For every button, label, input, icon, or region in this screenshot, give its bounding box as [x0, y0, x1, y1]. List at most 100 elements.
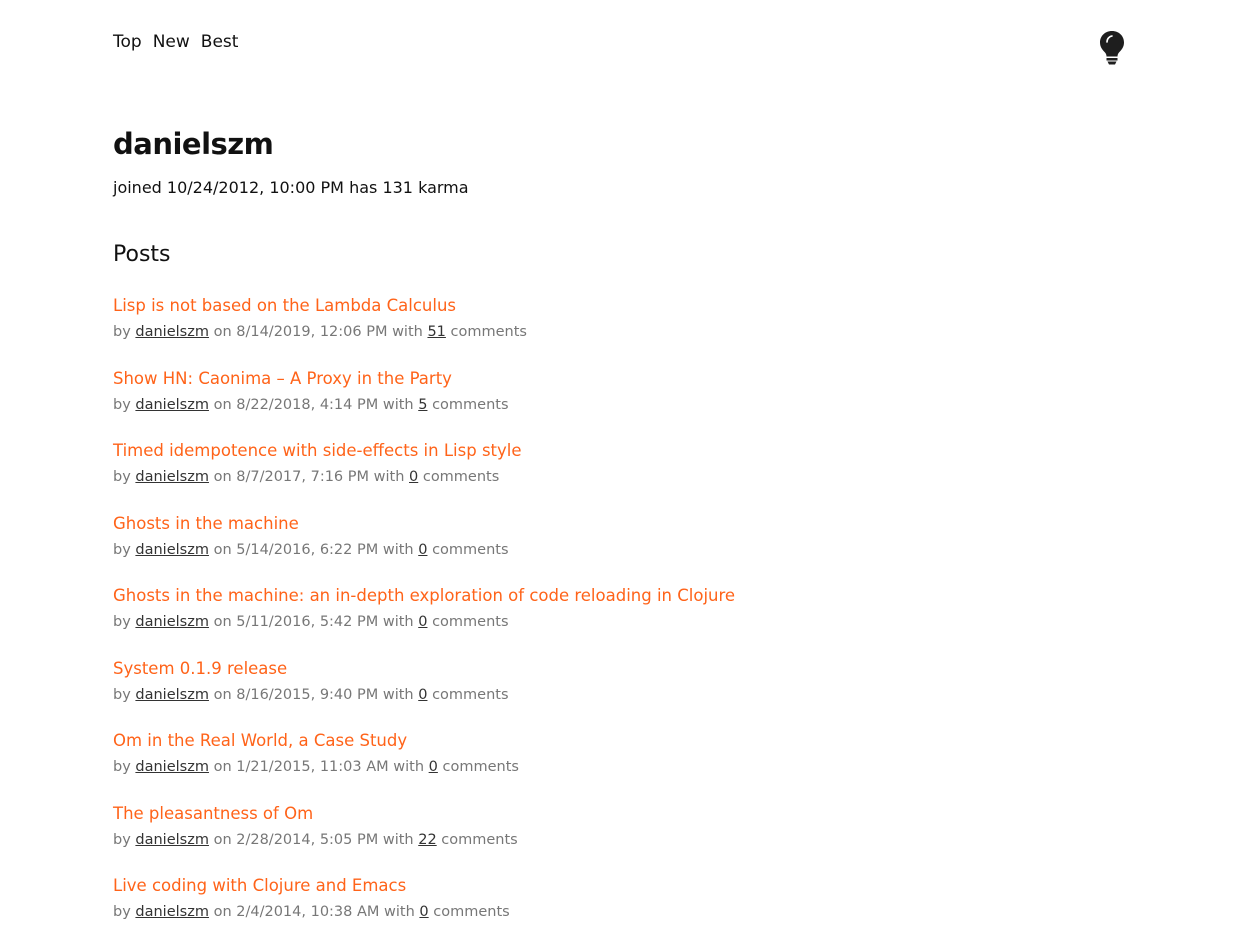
author-link[interactable]: danielszm [135, 324, 209, 340]
with-label: with [373, 469, 405, 485]
with-label: with [382, 541, 414, 558]
author-link[interactable]: danielszm [135, 687, 209, 703]
comments-label: comments [450, 324, 527, 340]
post-meta: by danielszm on 8/22/2018, 4:14 PM with … [113, 394, 735, 416]
on-label: on [213, 904, 232, 920]
joined-label: joined [113, 178, 162, 197]
post-title-link[interactable]: System 0.1.9 release [113, 656, 735, 682]
post-date: 8/14/2019, 12:06 PM [236, 324, 388, 340]
comments-count-link[interactable]: 0 [418, 687, 427, 703]
author-link[interactable]: danielszm [135, 542, 209, 558]
with-label: with [392, 324, 423, 340]
post-date: 5/14/2016, 6:22 PM [236, 541, 379, 558]
on-label: on [213, 831, 232, 848]
posts-heading: Posts [113, 242, 171, 267]
post-meta: by danielszm on 8/14/2019, 12:06 PM with… [113, 321, 735, 343]
post-date: 8/22/2018, 4:14 PM [236, 396, 379, 413]
by-label: by [113, 686, 131, 703]
user-profile: danielszm joined 10/24/2012, 10:00 PM ha… [113, 124, 735, 946]
post-date: 5/11/2016, 5:42 PM [236, 614, 379, 630]
with-label: with [382, 396, 414, 413]
author-link[interactable]: danielszm [135, 759, 209, 775]
by-label: by [113, 324, 131, 340]
post-title-link[interactable]: Timed idempotence with side-effects in L… [113, 438, 735, 464]
post-meta: by danielszm on 1/21/2015, 11:03 AM with… [113, 756, 735, 778]
author-link[interactable]: danielszm [135, 397, 209, 413]
comments-label: comments [432, 396, 509, 413]
post-title-link[interactable]: Lisp is not based on the Lambda Calculus [113, 293, 735, 319]
comments-label: comments [442, 759, 519, 775]
comments-label: comments [432, 686, 509, 703]
post-date: 1/21/2015, 11:03 AM [236, 759, 389, 775]
post-item: The pleasantness of Om by danielszm on 2… [113, 801, 735, 874]
post-title-link[interactable]: The pleasantness of Om [113, 801, 735, 827]
author-link[interactable]: danielszm [135, 614, 209, 630]
post-meta: by danielszm on 8/16/2015, 9:40 PM with … [113, 684, 735, 706]
with-label: with [382, 831, 414, 848]
with-label: with [382, 614, 414, 630]
post-item: Ghosts in the machine: an in-depth explo… [113, 583, 735, 656]
comments-count-link[interactable]: 5 [418, 397, 427, 413]
post-title-link[interactable]: Show HN: Caonima – A Proxy in the Party [113, 366, 735, 392]
comments-label: comments [432, 614, 509, 630]
by-label: by [113, 759, 131, 775]
karma-label: karma [418, 178, 469, 197]
post-item: Om in the Real World, a Case Study by da… [113, 728, 735, 801]
on-label: on [213, 541, 232, 558]
by-label: by [113, 541, 131, 558]
comments-label: comments [432, 541, 509, 558]
username-heading: danielszm [113, 127, 274, 161]
author-link[interactable]: danielszm [135, 832, 209, 848]
with-label: with [393, 759, 425, 775]
comments-count-link[interactable]: 22 [418, 832, 436, 848]
on-label: on [213, 324, 232, 340]
post-meta: by danielszm on 5/14/2016, 6:22 PM with … [113, 539, 735, 561]
comments-label: comments [433, 904, 510, 920]
post-date: 8/7/2017, 7:16 PM [236, 469, 370, 485]
joined-date: 10/24/2012, 10:00 PM [166, 178, 344, 197]
on-label: on [213, 469, 232, 485]
by-label: by [113, 469, 131, 485]
comments-count-link[interactable]: 0 [429, 759, 438, 775]
nav-top[interactable]: Top [113, 32, 142, 52]
post-item: Ghosts in the machine by danielszm on 5/… [113, 511, 735, 584]
on-label: on [213, 614, 232, 630]
post-item: Timed idempotence with side-effects in L… [113, 438, 735, 511]
comments-count-link[interactable]: 0 [409, 469, 418, 485]
post-title-link[interactable]: Om in the Real World, a Case Study [113, 728, 735, 754]
post-item: Show HN: Caonima – A Proxy in the Party … [113, 366, 735, 439]
comments-count-link[interactable]: 0 [418, 542, 427, 558]
by-label: by [113, 831, 131, 848]
posts-list: Lisp is not based on the Lambda Calculus… [113, 293, 735, 946]
comments-count-link[interactable]: 0 [419, 904, 428, 920]
post-item: System 0.1.9 release by danielszm on 8/1… [113, 656, 735, 729]
on-label: on [213, 396, 232, 413]
karma-value: 131 [382, 178, 413, 197]
by-label: by [113, 614, 131, 630]
on-label: on [213, 759, 232, 775]
post-title-link[interactable]: Ghosts in the machine: an in-depth explo… [113, 583, 735, 609]
post-title-link[interactable]: Live coding with Clojure and Emacs [113, 873, 735, 899]
author-link[interactable]: danielszm [135, 469, 209, 485]
comments-label: comments [422, 469, 500, 485]
comments-count-link[interactable]: 51 [427, 324, 445, 340]
post-title-link[interactable]: Ghosts in the machine [113, 511, 735, 537]
post-meta: by danielszm on 2/28/2014, 5:05 PM with … [113, 829, 735, 851]
post-date: 8/16/2015, 9:40 PM [236, 686, 379, 703]
author-link[interactable]: danielszm [135, 904, 209, 920]
user-info: joined 10/24/2012, 10:00 PM has 131 karm… [113, 178, 735, 198]
nav-new[interactable]: New [153, 32, 190, 52]
top-nav: Top New Best [113, 32, 238, 52]
nav-best[interactable]: Best [201, 32, 239, 52]
post-meta: by danielszm on 8/7/2017, 7:16 PM with 0… [113, 466, 735, 488]
post-meta: by danielszm on 2/4/2014, 10:38 AM with … [113, 901, 735, 923]
post-meta: by danielszm on 5/11/2016, 5:42 PM with … [113, 611, 735, 633]
comments-label: comments [441, 831, 518, 848]
post-date: 2/28/2014, 5:05 PM [236, 831, 379, 848]
comments-count-link[interactable]: 0 [418, 614, 427, 630]
on-label: on [213, 686, 232, 703]
lightbulb-icon[interactable] [1098, 30, 1126, 66]
by-label: by [113, 904, 131, 920]
with-label: with [384, 904, 415, 920]
post-date: 2/4/2014, 10:38 AM [236, 904, 380, 920]
